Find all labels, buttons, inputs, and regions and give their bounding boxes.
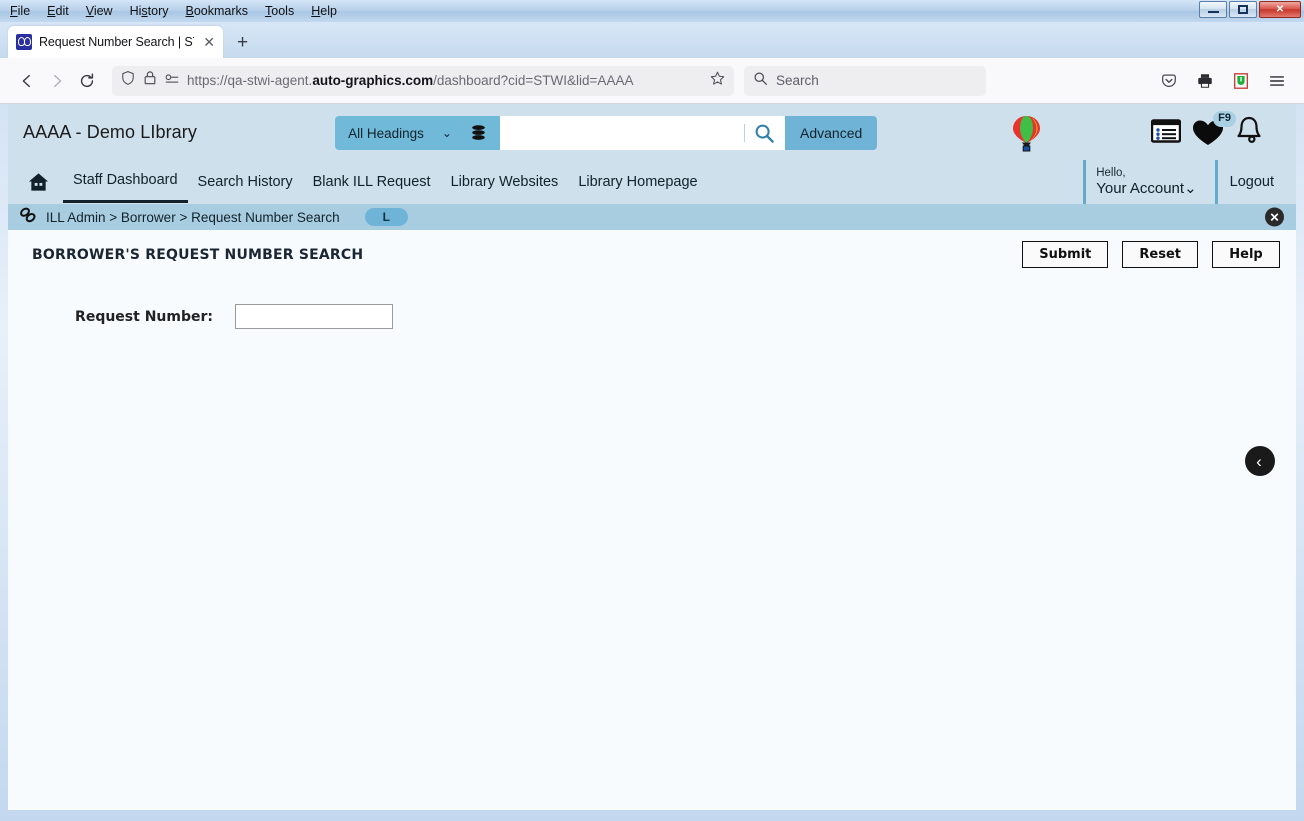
logout-link[interactable]: Logout: [1230, 174, 1274, 190]
logout-wrapper[interactable]: Logout: [1214, 160, 1296, 204]
chevron-down-icon: ⌄: [441, 126, 452, 140]
reload-icon[interactable]: [72, 66, 102, 96]
search-icon: [753, 71, 768, 91]
chain-link-icon: [19, 207, 37, 228]
saved-list-icon[interactable]: [1150, 118, 1182, 148]
print-icon[interactable]: [1190, 66, 1220, 96]
minimize-button[interactable]: [1199, 1, 1227, 18]
close-window-button[interactable]: ✕: [1259, 1, 1301, 18]
request-number-label: Request Number:: [75, 308, 213, 325]
library-brand-title: AAAA - Demo LIbrary: [23, 121, 197, 142]
page-title: BORROWER'S REQUEST NUMBER SEARCH: [32, 246, 364, 263]
hot-air-balloon-icon[interactable]: [1011, 115, 1042, 158]
help-button[interactable]: Help: [1212, 241, 1280, 268]
back-collapse-icon[interactable]: ‹: [1245, 446, 1275, 476]
page-action-buttons: Submit Reset Help: [1022, 241, 1280, 268]
f9-badge: F9: [1213, 111, 1236, 127]
catalog-search-group: All Headings ⌄ Advanced: [335, 116, 878, 150]
tab-request-number-search[interactable]: Request Number Search | STWI ✕: [8, 26, 223, 58]
tab-title: Request Number Search | STWI: [39, 35, 194, 49]
bookmark-star-icon[interactable]: [709, 70, 726, 92]
nav-library-homepage[interactable]: Library Homepage: [568, 163, 707, 202]
window-controls: ✕: [1199, 1, 1301, 18]
your-account-menu[interactable]: Hello, Your Account⌄: [1083, 160, 1214, 204]
menu-file[interactable]: File: [10, 5, 30, 18]
menu-bar: File Edit View History Bookmarks Tools H…: [0, 0, 337, 22]
notifications-bell-icon[interactable]: [1235, 116, 1263, 150]
lender-borrower-pill[interactable]: L: [364, 208, 408, 226]
account-area: Hello, Your Account⌄ Logout: [1083, 160, 1296, 204]
hello-label: Hello,: [1096, 166, 1126, 179]
menu-help[interactable]: Help: [311, 5, 337, 18]
nav-library-websites[interactable]: Library Websites: [441, 163, 569, 202]
database-icon[interactable]: [470, 124, 487, 142]
app-nav-bar: Staff Dashboard Search History Blank ILL…: [8, 160, 1296, 204]
reset-button[interactable]: Reset: [1122, 241, 1198, 268]
favorites-heart-icon[interactable]: F9: [1192, 111, 1236, 147]
title-bar: File Edit View History Bookmarks Tools H…: [0, 0, 1304, 22]
search-scope-dropdown[interactable]: All Headings ⌄: [335, 116, 500, 150]
app-menu-icon[interactable]: [1262, 66, 1292, 96]
browser-toolbar: https://qa-stwi-agent.auto-graphics.com/…: [0, 58, 1304, 104]
advanced-search-button[interactable]: Advanced: [785, 116, 878, 150]
menu-tools[interactable]: Tools: [265, 5, 294, 18]
header-icon-group: F9: [1150, 111, 1263, 150]
page-viewport: AAAA - Demo LIbrary All Headings ⌄ Advan…: [8, 104, 1296, 810]
your-account-label: Your Account⌄: [1096, 180, 1197, 198]
lock-icon[interactable]: [143, 70, 157, 91]
menu-bookmarks[interactable]: Bookmarks: [186, 5, 249, 18]
search-scope-label: All Headings: [348, 125, 424, 141]
catalog-search-input-wrapper[interactable]: [500, 116, 785, 150]
shield-icon[interactable]: [120, 70, 136, 91]
nav-search-history[interactable]: Search History: [188, 163, 303, 202]
permissions-icon[interactable]: [164, 72, 180, 90]
nav-blank-ill-request[interactable]: Blank ILL Request: [303, 163, 441, 202]
forward-navigation-icon[interactable]: [42, 66, 72, 96]
browser-search-box[interactable]: Search: [744, 65, 986, 96]
site-favicon-icon: [16, 34, 32, 50]
menu-history[interactable]: History: [130, 5, 169, 18]
catalog-search-icon[interactable]: [745, 123, 784, 144]
breadcrumb-bar: ILL Admin > Borrower > Request Number Se…: [8, 204, 1296, 230]
tab-close-icon[interactable]: ✕: [201, 35, 217, 49]
toolbar-right-icons: [1154, 66, 1292, 96]
breadcrumb[interactable]: ILL Admin > Borrower > Request Number Se…: [46, 210, 340, 225]
catalog-search-input[interactable]: [501, 117, 745, 149]
new-tab-button[interactable]: +: [237, 33, 248, 52]
tab-strip: Request Number Search | STWI ✕ +: [0, 22, 1304, 58]
home-icon[interactable]: [28, 172, 49, 192]
nav-staff-dashboard[interactable]: Staff Dashboard: [63, 161, 188, 203]
menu-edit[interactable]: Edit: [47, 5, 69, 18]
url-bar[interactable]: https://qa-stwi-agent.auto-graphics.com/…: [112, 65, 734, 96]
save-to-pocket-icon[interactable]: [1154, 66, 1184, 96]
request-number-input[interactable]: [235, 304, 393, 329]
request-number-row: Request Number:: [8, 304, 1296, 329]
browser-search-placeholder: Search: [776, 73, 819, 88]
menu-view[interactable]: View: [86, 5, 113, 18]
page-header: BORROWER'S REQUEST NUMBER SEARCH Submit …: [8, 230, 1296, 277]
url-text[interactable]: https://qa-stwi-agent.auto-graphics.com/…: [187, 73, 702, 88]
submit-button[interactable]: Submit: [1022, 241, 1109, 268]
extension-icon[interactable]: [1226, 66, 1256, 96]
browser-window: File Edit View History Bookmarks Tools H…: [0, 0, 1304, 821]
app-header: AAAA - Demo LIbrary All Headings ⌄ Advan…: [8, 104, 1296, 160]
close-panel-icon[interactable]: ✕: [1265, 207, 1284, 227]
maximize-button[interactable]: [1229, 1, 1257, 18]
main-content: BORROWER'S REQUEST NUMBER SEARCH Submit …: [8, 230, 1296, 810]
back-navigation-icon[interactable]: [12, 66, 42, 96]
